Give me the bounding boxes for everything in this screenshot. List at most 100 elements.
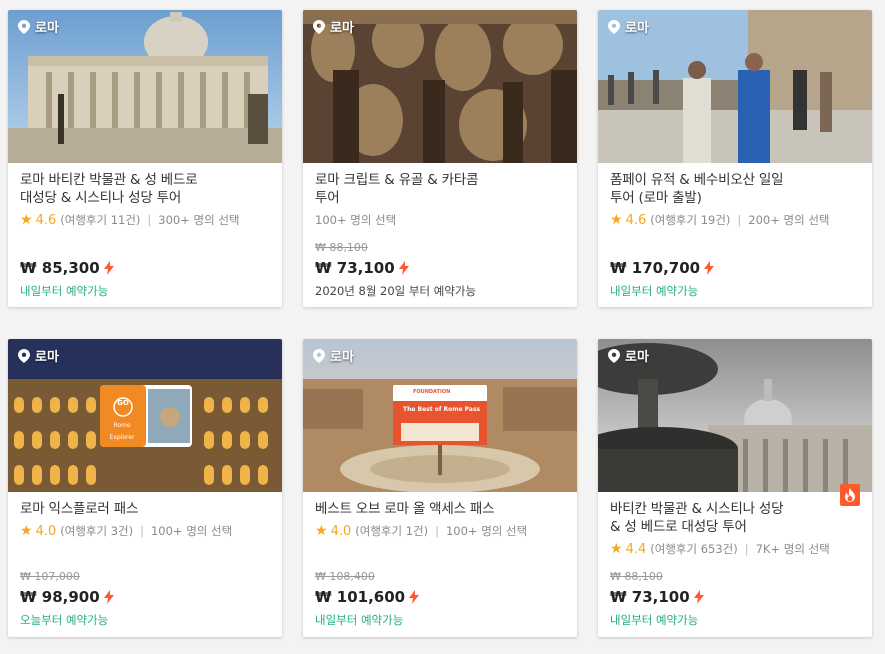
title-line: 로마 바티칸 박물관 & 성 베드로 xyxy=(20,172,198,188)
bolt-icon xyxy=(704,261,715,275)
price-value: ₩ 170,700 xyxy=(610,259,701,277)
review-count: (여행후기 653건) xyxy=(650,542,738,556)
original-price xyxy=(20,241,114,255)
location-text: 로마 xyxy=(35,21,59,36)
product-meta: ★ 4.0 (여행후기 3건) | 100+ 명의 선택 xyxy=(20,523,270,539)
availability-text: 2020년 8월 20일 부터 예약가능 xyxy=(315,284,477,298)
star-icon: ★ xyxy=(20,523,33,539)
product-title[interactable]: 바티칸 박물관 & 시스티나 성당 & 성 베드로 대성당 투어 xyxy=(610,500,860,536)
product-card[interactable]: 로마 GO Rome Explorer 로마 익스플로러 패스 ★ 4.0 (여… xyxy=(8,339,282,637)
location-label: 로마 xyxy=(18,17,59,36)
title-line: & 성 베드로 대성당 투어 xyxy=(610,519,747,535)
availability-text: 내일부터 예약가능 xyxy=(315,613,404,627)
product-thumbnail[interactable]: 로마 xyxy=(303,10,577,163)
price: ₩ 101,600 xyxy=(315,588,420,606)
title-line: 투어 (로마 출발) xyxy=(610,190,702,206)
separator: | xyxy=(744,542,749,556)
bolt-icon xyxy=(693,590,704,604)
product-thumbnail[interactable]: 로마 GO Rome Explorer xyxy=(8,339,282,492)
location-text: 로마 xyxy=(330,350,354,365)
location-pin-icon xyxy=(313,19,325,34)
price: ₩ 73,100 xyxy=(610,588,704,606)
location-text: 로마 xyxy=(625,21,649,36)
review-count: (여행후기 3건) xyxy=(60,524,134,538)
booking-count: 100+ 명의 선택 xyxy=(150,524,233,538)
product-thumbnail[interactable]: 로마 FOUNDATION The Best of Rome Pass xyxy=(303,339,577,492)
review-count: (여행후기 19건) xyxy=(650,213,731,227)
product-title[interactable]: 폼페이 유적 & 베수비오산 일일 투어 (로마 출발) xyxy=(610,171,860,207)
location-pin-icon xyxy=(313,348,325,363)
product-card[interactable]: 로마 폼페이 유적 & 베수비오산 일일 투어 (로마 출발) ★ 4.6 (여… xyxy=(598,10,872,307)
original-price: ₩ 88,100 xyxy=(610,570,663,583)
bolt-icon xyxy=(103,590,114,604)
review-count: (여행후기 11건) xyxy=(60,213,141,227)
location-label: 로마 xyxy=(18,346,59,365)
bolt-icon xyxy=(103,261,114,275)
booking-count: 300+ 명의 선택 xyxy=(158,213,240,227)
product-meta: ★ 4.6 (여행후기 11건) | 300+ 명의 선택 xyxy=(20,212,270,228)
location-pin-icon xyxy=(608,348,620,363)
pass-card-sub: The Best of Rome Pass xyxy=(403,406,481,413)
title-line: 바티칸 박물관 & 시스티나 성당 xyxy=(610,501,784,517)
original-price: ₩ 107,000 xyxy=(20,570,80,583)
location-text: 로마 xyxy=(625,350,649,365)
price-value: ₩ 73,100 xyxy=(610,588,690,606)
location-label: 로마 xyxy=(608,346,649,365)
availability-text: 내일부터 예약가능 xyxy=(610,613,699,627)
price-value: ₩ 98,900 xyxy=(20,588,100,606)
product-title[interactable]: 로마 바티칸 박물관 & 성 베드로 대성당 & 시스티나 성당 투어 xyxy=(20,171,270,207)
separator: | xyxy=(737,213,742,227)
star-icon: ★ xyxy=(20,212,33,228)
product-card[interactable]: 로마 로마 바티칸 박물관 & 성 베드로 대성당 & 시스티나 성당 투어 ★… xyxy=(8,10,282,307)
location-pin-icon xyxy=(18,348,30,363)
product-title[interactable]: 베스트 오브 로마 올 액세스 패스 xyxy=(315,500,565,518)
price: ₩ 98,900 xyxy=(20,588,114,606)
star-icon: ★ xyxy=(610,541,623,557)
separator: | xyxy=(435,524,439,538)
location-text: 로마 xyxy=(35,350,59,365)
location-label: 로마 xyxy=(313,346,354,365)
original-price: ₩ 108,400 xyxy=(315,570,375,583)
product-thumbnail[interactable]: 로마 xyxy=(598,339,872,492)
separator: | xyxy=(147,213,152,227)
review-count: (여행후기 1건) xyxy=(355,524,429,538)
flame-icon xyxy=(845,488,855,502)
title-line: 로마 크립트 & 유골 & 카타콤 xyxy=(315,172,479,188)
product-meta: ★ 4.0 (여행후기 1건) | 100+ 명의 선택 xyxy=(315,523,565,539)
location-pin-icon xyxy=(608,19,620,34)
price: ₩ 73,100 xyxy=(315,259,476,277)
rating-value: 4.6 xyxy=(625,212,647,228)
product-title[interactable]: 로마 크립트 & 유골 & 카타콤 투어 xyxy=(315,171,565,207)
product-meta: ★ 4.6 (여행후기 19건) | 200+ 명의 선택 xyxy=(610,212,860,228)
price-value: ₩ 73,100 xyxy=(315,259,395,277)
location-label: 로마 xyxy=(608,17,649,36)
separator: | xyxy=(140,524,144,538)
rating-value: 4.0 xyxy=(330,523,352,539)
price: ₩ 170,700 xyxy=(610,259,715,277)
product-thumbnail[interactable]: 로마 xyxy=(598,10,872,163)
original-price xyxy=(610,241,714,255)
title-line: 투어 xyxy=(315,190,340,206)
title-line: 폼페이 유적 & 베수비오산 일일 xyxy=(610,172,784,188)
product-thumbnail[interactable]: 로마 xyxy=(8,10,282,163)
pass-card-logo: GO xyxy=(117,399,129,407)
booking-count: 200+ 명의 선택 xyxy=(748,213,830,227)
location-text: 로마 xyxy=(330,21,354,36)
booking-count: 7K+ 명의 선택 xyxy=(755,542,830,556)
product-title[interactable]: 로마 익스플로러 패스 xyxy=(20,500,270,518)
product-card[interactable]: 로마 바티칸 박물관 & 시스티나 성당 & 성 베드로 대성당 투어 ★ 4.… xyxy=(598,339,872,637)
pass-card-sub: Explorer xyxy=(109,434,135,441)
pass-card-brand: Rome xyxy=(113,422,131,429)
hot-badge-icon xyxy=(840,484,860,506)
product-card[interactable]: 로마 로마 크립트 & 유골 & 카타콤 투어 100+ 명의 선택 ₩ 88,… xyxy=(303,10,577,307)
price-value: ₩ 85,300 xyxy=(20,259,100,277)
product-card[interactable]: 로마 FOUNDATION The Best of Rome Pass 베스트 … xyxy=(303,339,577,637)
product-meta: 100+ 명의 선택 xyxy=(315,212,565,228)
availability-text: 내일부터 예약가능 xyxy=(610,284,699,298)
title-line: 베스트 오브 로마 올 액세스 패스 xyxy=(315,501,495,517)
pass-card-brand: FOUNDATION xyxy=(413,389,451,395)
title-line: 로마 익스플로러 패스 xyxy=(20,501,139,517)
rating-value: 4.6 xyxy=(35,212,57,228)
star-icon: ★ xyxy=(315,523,328,539)
location-label: 로마 xyxy=(313,17,354,36)
